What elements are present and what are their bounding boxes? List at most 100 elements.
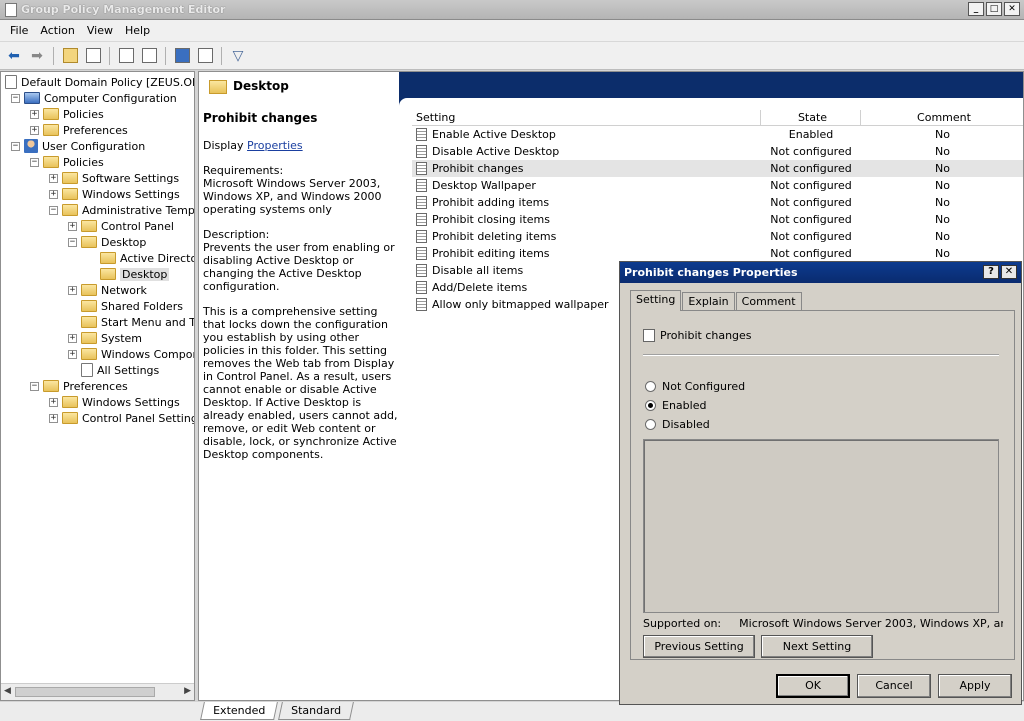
radio-circle[interactable]: [645, 400, 656, 411]
tree-item[interactable]: − Preferences: [30, 378, 128, 394]
tab-extended[interactable]: Extended: [200, 702, 279, 720]
table-row[interactable]: Prohibit closing items Not configured No: [412, 211, 1023, 228]
cancel-button[interactable]: Cancel: [857, 674, 931, 698]
tree-item-label: Preferences: [63, 123, 128, 137]
radio-circle[interactable]: [645, 419, 656, 430]
tree-item[interactable]: + Network: [68, 282, 147, 298]
menu-action[interactable]: Action: [34, 24, 80, 37]
tree-item[interactable]: + Policies: [30, 106, 104, 122]
tree-item[interactable]: Shared Folders: [68, 298, 183, 314]
column-comment[interactable]: Comment: [861, 110, 1023, 125]
tree-item[interactable]: − Computer Configuration: [11, 90, 177, 106]
export-list-icon[interactable]: [116, 46, 136, 66]
radio-not-configured[interactable]: Not Configured: [645, 380, 745, 393]
setting-state: Not configured: [770, 196, 852, 209]
tab-explain[interactable]: Explain: [682, 292, 735, 310]
collapse-icon[interactable]: −: [11, 141, 20, 151]
tree-item[interactable]: + Windows Settings: [49, 186, 180, 202]
help-icon[interactable]: [172, 46, 192, 66]
setting-comment: No: [935, 213, 950, 226]
folder-icon: [81, 300, 97, 312]
pane-title: Desktop: [233, 79, 289, 93]
requirements-text: Requirements: Microsoft Windows Server 2…: [203, 164, 382, 216]
dialog-close-button[interactable]: ✕: [1001, 265, 1017, 279]
tree-item[interactable]: + Software Settings: [49, 170, 179, 186]
menu-file[interactable]: File: [4, 24, 34, 37]
table-row[interactable]: Prohibit adding items Not configured No: [412, 194, 1023, 211]
table-row[interactable]: Disable Active Desktop Not configured No: [412, 143, 1023, 160]
table-row[interactable]: Prohibit deleting items Not configured No: [412, 228, 1023, 245]
expand-icon[interactable]: +: [49, 397, 58, 407]
expand-icon[interactable]: +: [49, 413, 58, 423]
close-button[interactable]: ✕: [1004, 2, 1020, 16]
properties-link[interactable]: Properties: [247, 139, 303, 152]
tree-item[interactable]: + Control Panel: [68, 218, 174, 234]
filter-icon[interactable]: ▽: [228, 46, 248, 66]
tree-item[interactable]: Desktop: [87, 266, 170, 282]
tree-item[interactable]: Start Menu and Tas: [68, 314, 194, 330]
tab-standard[interactable]: Standard: [278, 702, 355, 720]
tree-item[interactable]: + Preferences: [30, 122, 128, 138]
tree-item[interactable]: − Desktop: [68, 234, 146, 250]
tab-comment[interactable]: Comment: [735, 292, 802, 310]
collapse-icon[interactable]: −: [68, 237, 77, 247]
tree-horizontal-scrollbar[interactable]: ◀ ▶: [1, 683, 194, 700]
console-tree: Default Domain Policy [ZEUS.OLIMP−Comput…: [0, 71, 195, 701]
folder-icon: [81, 316, 97, 328]
expand-icon[interactable]: +: [30, 125, 39, 135]
tree-item-label: Software Settings: [82, 171, 180, 185]
table-row[interactable]: Desktop Wallpaper Not configured No: [412, 177, 1023, 194]
show-tree-icon[interactable]: [83, 46, 103, 66]
properties-icon[interactable]: [139, 46, 159, 66]
tree-item[interactable]: Default Domain Policy [ZEUS.OLIMP: [5, 74, 194, 90]
tree-item[interactable]: − Administrative Templat: [49, 202, 194, 218]
minimize-button[interactable]: _: [968, 2, 984, 16]
expand-icon[interactable]: +: [68, 349, 77, 359]
menu-bar: File Action View Help: [0, 20, 1024, 42]
expand-icon[interactable]: +: [68, 333, 77, 343]
scroll-left-icon[interactable]: ◀: [4, 686, 11, 696]
apply-button[interactable]: Apply: [938, 674, 1012, 698]
up-folder-icon[interactable]: [60, 46, 80, 66]
scroll-right-icon[interactable]: ▶: [184, 686, 191, 696]
menu-help[interactable]: Help: [119, 24, 156, 37]
ok-button[interactable]: OK: [776, 674, 850, 698]
tree-item[interactable]: + Windows Compone: [68, 346, 194, 362]
expand-icon[interactable]: +: [49, 189, 58, 199]
setting-comment: No: [935, 230, 950, 243]
menu-view[interactable]: View: [81, 24, 119, 37]
collapse-icon[interactable]: −: [30, 381, 39, 391]
radio-circle[interactable]: [645, 381, 656, 392]
tree-item[interactable]: + Control Panel Settings: [49, 410, 194, 426]
expand-icon[interactable]: +: [68, 285, 77, 295]
expand-icon[interactable]: +: [30, 109, 39, 119]
scroll-thumb[interactable]: [15, 687, 155, 697]
table-row[interactable]: Prohibit editing items Not configured No: [412, 245, 1023, 262]
tree-item[interactable]: + System: [68, 330, 142, 346]
dialog-help-button[interactable]: ?: [983, 265, 999, 279]
tree-item[interactable]: + Windows Settings: [49, 394, 180, 410]
tab-setting[interactable]: Setting: [630, 290, 682, 311]
forward-icon[interactable]: ➡: [27, 46, 47, 66]
column-setting[interactable]: Setting: [412, 110, 761, 125]
expand-icon[interactable]: +: [68, 221, 77, 231]
setting-comment: No: [935, 162, 950, 175]
radio-enabled[interactable]: Enabled: [645, 399, 706, 412]
tree-item[interactable]: Active Director: [87, 250, 194, 266]
next-setting-button[interactable]: Next Setting: [761, 635, 873, 658]
table-row[interactable]: Enable Active Desktop Enabled No: [412, 126, 1023, 143]
collapse-icon[interactable]: −: [30, 157, 39, 167]
back-icon[interactable]: ⬅: [4, 46, 24, 66]
column-state[interactable]: State: [761, 110, 861, 125]
expand-icon[interactable]: +: [49, 173, 58, 183]
maximize-button[interactable]: □: [986, 2, 1002, 16]
previous-setting-button[interactable]: Previous Setting: [643, 635, 755, 658]
collapse-icon[interactable]: −: [11, 93, 20, 103]
radio-disabled[interactable]: Disabled: [645, 418, 710, 431]
tree-item[interactable]: All Settings: [68, 362, 159, 378]
tree-item[interactable]: − Policies: [30, 154, 104, 170]
toggle-pane-icon[interactable]: [195, 46, 215, 66]
tree-item[interactable]: − User Configuration: [11, 138, 145, 154]
collapse-icon[interactable]: −: [49, 205, 58, 215]
table-row[interactable]: Prohibit changes Not configured No: [412, 160, 1023, 177]
